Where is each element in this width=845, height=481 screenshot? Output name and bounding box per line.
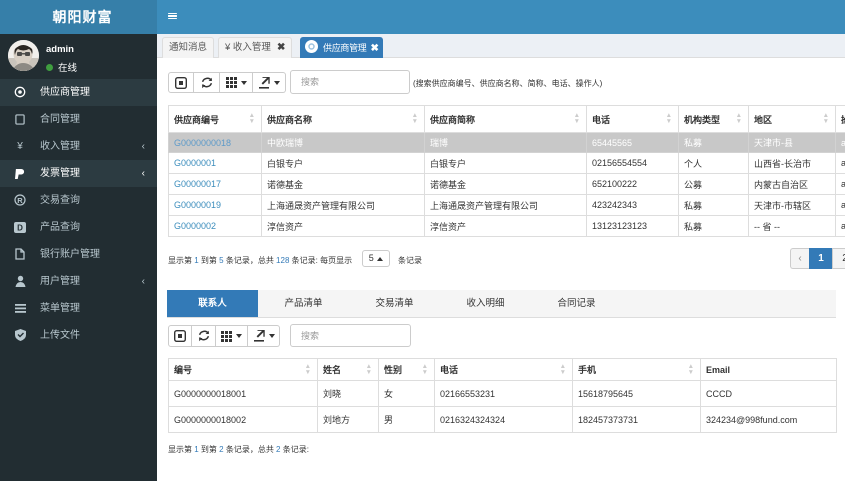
svg-text:R: R bbox=[17, 196, 23, 205]
svg-text:D: D bbox=[17, 224, 23, 233]
